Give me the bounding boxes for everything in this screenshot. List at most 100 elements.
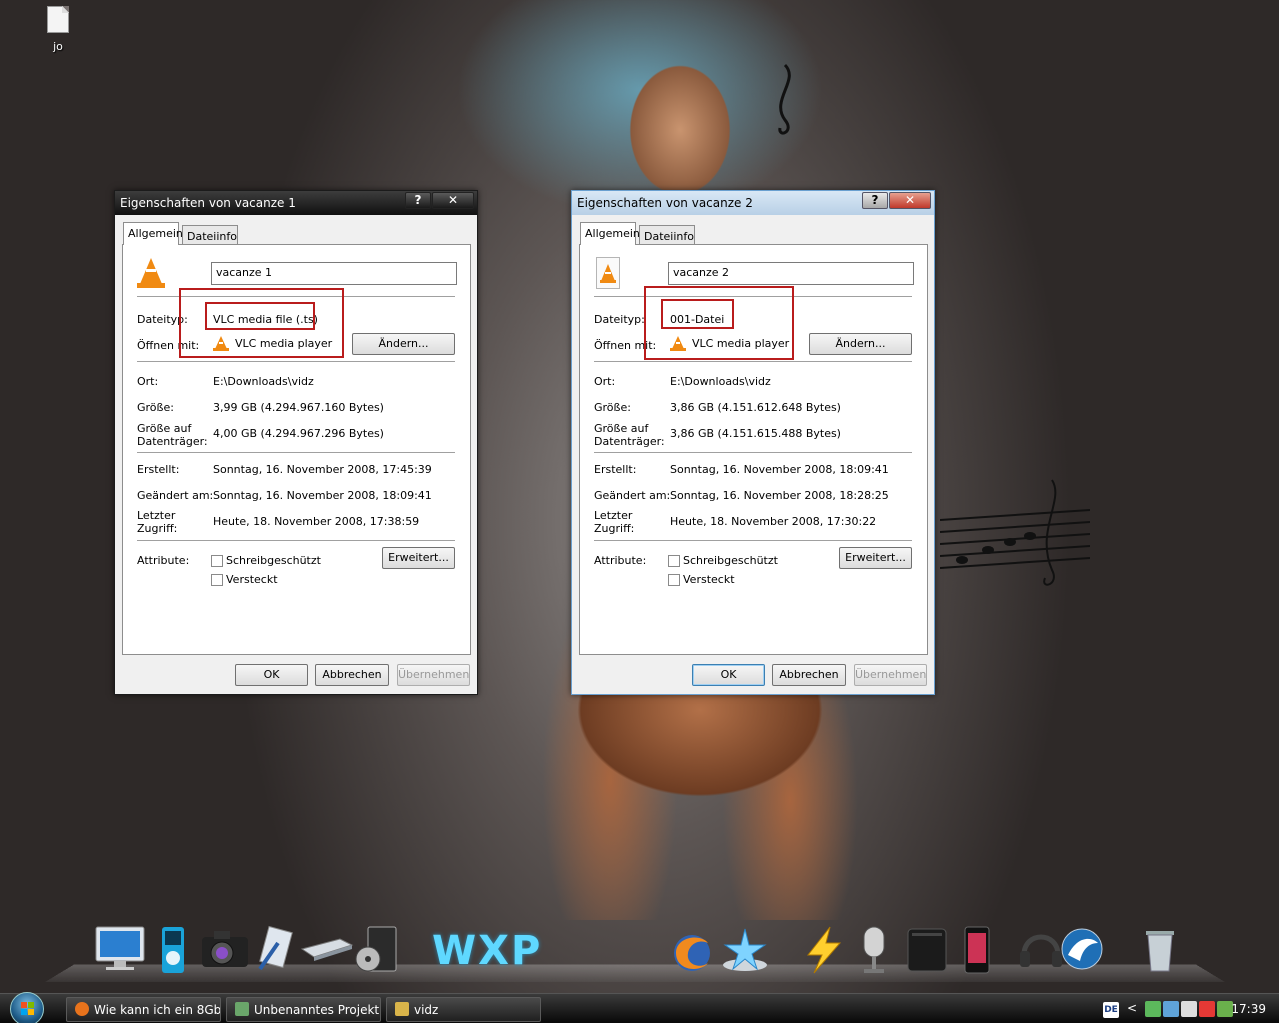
advanced-button[interactable]: Erweitert...: [839, 547, 912, 569]
advanced-button[interactable]: Erweitert...: [382, 547, 455, 569]
change-button[interactable]: Ändern...: [809, 333, 912, 355]
music-notes-decoration: [939, 470, 1091, 600]
scanner-icon[interactable]: [300, 925, 354, 975]
tab-dateiinfo[interactable]: Dateiinfo: [639, 225, 695, 245]
task-label: Unbenanntes Projekt...: [254, 1003, 381, 1017]
disksize-label-line1: Größe auf: [594, 422, 649, 435]
camera-icon[interactable]: [200, 925, 248, 975]
location-value: E:\Downloads\vidz: [670, 375, 771, 388]
windows-logo-icon: [21, 1002, 35, 1016]
tray-expand-button[interactable]: <: [1127, 1001, 1137, 1015]
firefox-icon: [75, 1002, 89, 1016]
network-icon[interactable]: [1145, 1001, 1161, 1017]
titlebar[interactable]: Eigenschaften von vacanze 1 ? ✕: [115, 191, 477, 215]
cancel-button[interactable]: Abbrechen: [315, 664, 389, 686]
computer-icon[interactable]: [94, 925, 145, 975]
security-icon[interactable]: [1181, 1001, 1197, 1017]
microphone-icon[interactable]: [856, 925, 902, 975]
language-indicator[interactable]: DE: [1103, 1002, 1119, 1018]
bird-icon[interactable]: [1058, 925, 1104, 975]
divider: [137, 296, 455, 297]
tab-allgemein[interactable]: Allgemein: [580, 222, 640, 245]
task-label: vidz: [414, 1003, 439, 1017]
change-button[interactable]: Ändern...: [352, 333, 455, 355]
accessed-label-line2: Zugriff:: [594, 522, 635, 535]
window-title: Eigenschaften von vacanze 2: [577, 196, 753, 210]
divider: [137, 540, 455, 541]
general-panel: vacanze 1 Dateityp: VLC media file (.ts)…: [122, 244, 471, 655]
tab-dateiinfo[interactable]: Dateiinfo: [182, 225, 238, 245]
desktop-file-icon[interactable]: jo: [38, 6, 78, 53]
filetype-label: Dateityp:: [137, 313, 188, 326]
accessed-value: Heute, 18. November 2008, 17:38:59: [213, 515, 420, 528]
location-label: Ort:: [594, 375, 616, 388]
apply-button[interactable]: Übernehmen: [854, 664, 927, 686]
divider: [137, 452, 455, 453]
general-panel: vacanze 2 Dateityp: 001-Datei Öffnen mit…: [579, 244, 928, 655]
dock: WXP: [45, 925, 1225, 987]
system-tray: DE < 17:39: [1103, 997, 1279, 1022]
lightning-icon[interactable]: [800, 925, 846, 975]
openwith-label: Öffnen mit:: [137, 339, 200, 352]
filename-field[interactable]: vacanze 1: [211, 262, 457, 285]
close-button[interactable]: ✕: [432, 192, 474, 209]
clock[interactable]: 17:39: [1231, 1002, 1266, 1016]
help-button[interactable]: ?: [862, 192, 888, 209]
task-button-firefox[interactable]: Wie kann ich ein 8Gb...: [66, 997, 221, 1022]
display-icon[interactable]: [1163, 1001, 1179, 1017]
disksize-value: 3,86 GB (4.151.615.488 Bytes): [670, 427, 841, 440]
help-button[interactable]: ?: [405, 192, 431, 209]
openwith-app: VLC media player: [235, 337, 333, 350]
tab-allgemein[interactable]: Allgemein: [123, 222, 183, 245]
task-button-vidz[interactable]: vidz: [386, 997, 541, 1022]
vlc-file-icon: [136, 257, 166, 289]
hidden-label: Versteckt: [683, 573, 735, 586]
apply-button[interactable]: Übernehmen: [397, 664, 470, 686]
size-label: Größe:: [594, 401, 631, 414]
file-icon: [47, 6, 69, 33]
project-icon: [235, 1002, 249, 1016]
task-label: Wie kann ich ein 8Gb...: [94, 1003, 221, 1017]
phone-icon[interactable]: [962, 925, 1008, 975]
created-label: Erstellt:: [594, 463, 637, 476]
readonly-label: Schreibgeschützt: [683, 554, 778, 567]
created-value: Sonntag, 16. November 2008, 17:45:39: [213, 463, 432, 476]
trash-icon[interactable]: [1142, 925, 1188, 975]
titlebar[interactable]: Eigenschaften von vacanze 2 ? ✕: [572, 191, 934, 215]
ok-button[interactable]: OK: [692, 664, 765, 686]
filename-field[interactable]: vacanze 2: [668, 262, 914, 285]
divider: [594, 296, 912, 297]
taskbar: Wie kann ich ein 8Gb... Unbenanntes Proj…: [0, 992, 1279, 1023]
filetype-value: VLC media file (.ts): [213, 313, 318, 326]
hidden-checkbox[interactable]: Versteckt: [668, 573, 735, 586]
ps3-icon[interactable]: [904, 925, 950, 975]
window-title: Eigenschaften von vacanze 1: [120, 196, 296, 210]
readonly-checkbox[interactable]: Schreibgeschützt: [668, 554, 778, 567]
media-player-icon[interactable]: [352, 925, 398, 975]
readonly-label: Schreibgeschützt: [226, 554, 321, 567]
readonly-checkbox[interactable]: Schreibgeschützt: [211, 554, 321, 567]
task-button-project[interactable]: Unbenanntes Projekt...: [226, 997, 381, 1022]
vlc-document-icon: [596, 257, 620, 289]
filetype-value: 001-Datei: [670, 313, 725, 326]
close-button[interactable]: ✕: [889, 192, 931, 209]
firefox-icon[interactable]: [670, 925, 716, 975]
antivirus-icon[interactable]: [1199, 1001, 1215, 1017]
size-value: 3,86 GB (4.151.612.648 Bytes): [670, 401, 841, 414]
star-icon[interactable]: [720, 925, 767, 975]
ok-button[interactable]: OK: [235, 664, 308, 686]
disksize-label-line2: Datenträger:: [137, 435, 208, 448]
pen-icon[interactable]: [256, 925, 302, 975]
vlc-icon: [670, 336, 686, 352]
divider: [137, 361, 455, 362]
hidden-checkbox[interactable]: Versteckt: [211, 573, 278, 586]
start-button[interactable]: [10, 992, 44, 1023]
accessed-label-line1: Letzter: [594, 509, 633, 522]
modified-label: Geändert am:: [594, 489, 671, 502]
headset-icon[interactable]: [1016, 925, 1062, 975]
cancel-button[interactable]: Abbrechen: [772, 664, 846, 686]
divider: [594, 452, 912, 453]
modified-value: Sonntag, 16. November 2008, 18:09:41: [213, 489, 432, 502]
treble-clef-decoration: [760, 60, 810, 140]
openwith-value: VLC media player: [213, 336, 332, 352]
